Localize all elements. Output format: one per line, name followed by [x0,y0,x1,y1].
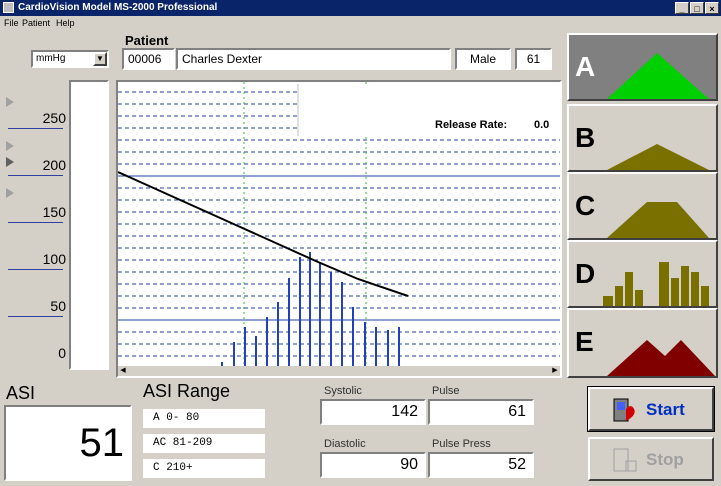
scale-line [8,222,63,223]
asi-range-row: AC 81-209 [143,434,265,453]
pattern-panel-b[interactable]: B [567,104,718,172]
patient-sex-field: Male [455,48,511,70]
scale-label-100: 100 [42,251,66,267]
release-rate-value: 0.0 [534,119,550,131]
release-rate-label: Release Rate: [435,119,508,131]
systolic-label: Systolic [324,385,362,397]
horizontal-scrollbar[interactable]: ◀ ▶ [118,366,560,376]
start-button[interactable]: Start [587,386,715,432]
asi-label: ASI [6,383,36,403]
pressure-level-bar [69,80,109,370]
asi-value: 51 [79,421,125,465]
pattern-panel-c[interactable]: C [567,172,718,240]
scale-line [8,269,63,270]
patient-id-field: 00006 [122,48,175,70]
systolic-group: Systolic 142 [320,385,426,427]
scale-line [8,128,63,129]
stop-icon [613,448,637,472]
menu-bar: File Patient Help [0,16,721,31]
start-button-label: Start [646,400,685,419]
diastolic-value: 90 [320,452,426,478]
pattern-a-icon [607,53,709,99]
pulse-press-value: 52 [428,452,534,478]
pattern-panel-e[interactable]: E [567,308,718,378]
pattern-b-icon [607,144,709,170]
stop-button[interactable]: Stop [588,437,714,481]
diastolic-group: Diastolic 90 [320,438,426,480]
asi-range-label: ASI Range [143,381,231,401]
close-button[interactable]: × [705,2,719,14]
patient-heading: Patient [125,33,169,48]
maximize-button[interactable]: □ [690,2,704,14]
scale-line [8,175,63,176]
pressure-scale: 250 200 150 100 50 0 [0,80,66,370]
waveform-graph: Release Rate: 0.0 ◀ ▶ [116,80,562,378]
pattern-e-icon [607,340,715,376]
pressure-marker-icon [6,188,14,198]
pressure-marker-icon [6,97,14,107]
pulse-press-label: Pulse Press [432,438,491,450]
pressure-marker-icon [6,141,14,151]
start-icon [613,398,635,422]
title-bar: CardioVision Model MS-2000 Professional … [0,0,721,16]
minimize-button[interactable]: _ [675,2,689,14]
app-icon [3,2,14,13]
menu-file[interactable]: File [4,18,19,28]
scale-label-250: 250 [42,110,66,126]
menu-help[interactable]: Help [56,18,75,28]
unit-select-value: mmHg [36,53,66,64]
asi-range-row: C 210+ [143,459,265,478]
chevron-down-icon[interactable]: ▼ [93,52,107,66]
scale-label-150: 150 [42,204,66,220]
pulse-press-group: Pulse Press 52 [428,438,534,480]
systolic-value: 142 [320,399,426,425]
scroll-right-icon[interactable]: ▶ [550,366,560,376]
pattern-c-icon [607,202,709,238]
scale-label-200: 200 [42,157,66,173]
pulse-label: Pulse [432,385,460,397]
scroll-left-icon[interactable]: ◀ [118,366,128,376]
pulse-value: 61 [428,399,534,425]
asi-range-row: A 0- 80 [143,409,265,428]
info-box [298,84,560,136]
pattern-d-icon [603,262,709,306]
unit-select[interactable]: mmHg ▼ [31,50,109,68]
scale-line [8,316,63,317]
oscillation-bars [221,252,400,368]
menu-patient[interactable]: Patient [22,18,50,28]
patient-name-field: Charles Dexter [176,48,451,70]
pattern-panel-d[interactable]: D [567,240,718,308]
pattern-panel-a[interactable]: A [567,33,718,101]
asi-value-box: 51 [4,405,132,481]
pulse-group: Pulse 61 [428,385,534,427]
patient-age-field: 61 [515,48,552,70]
pressure-curve [118,171,409,297]
diastolic-label: Diastolic [324,438,366,450]
scale-label-0: 0 [58,345,66,361]
stop-button-label: Stop [646,450,684,469]
scale-label-50: 50 [50,298,66,314]
window-title: CardioVision Model MS-2000 Professional [18,2,218,13]
